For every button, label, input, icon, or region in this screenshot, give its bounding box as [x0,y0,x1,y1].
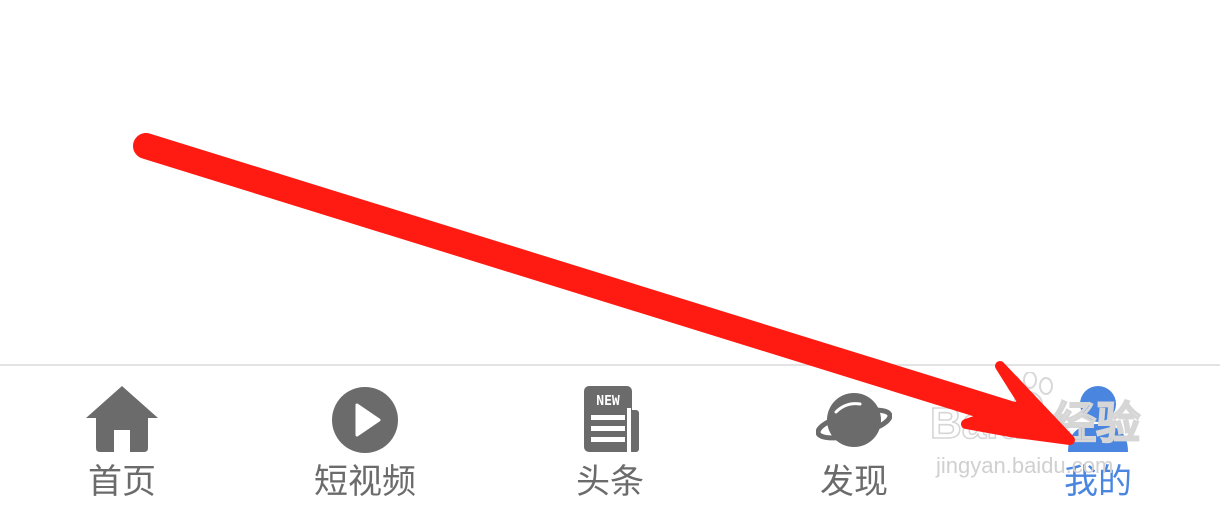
bottom-tab-bar: 首页 短视频 NEW 头条 发现 我的 [0,364,1220,508]
tab-home[interactable]: 首页 [62,366,182,508]
tab-headlines[interactable]: NEW 头条 [550,366,670,508]
app-screen: 首页 短视频 NEW 头条 发现 我的 Baidu经验 jingyan.baid… [0,0,1220,508]
tab-discover-label: 发现 [820,462,888,502]
user-icon [1068,386,1128,452]
newspaper-icon: NEW [584,386,639,452]
tab-mine-label: 我的 [1064,462,1132,502]
content-area [0,0,1220,364]
tab-headlines-label: 头条 [576,462,644,502]
home-icon [86,386,158,452]
tab-discover[interactable]: 发现 [794,366,914,508]
tab-home-label: 首页 [88,462,156,502]
play-circle-icon [332,387,398,453]
tab-short-video[interactable]: 短视频 [300,366,430,508]
svg-text:NEW: NEW [596,394,620,409]
tab-mine[interactable]: 我的 [1038,366,1158,508]
planet-icon [816,393,892,447]
tab-short-video-label: 短视频 [314,462,416,502]
